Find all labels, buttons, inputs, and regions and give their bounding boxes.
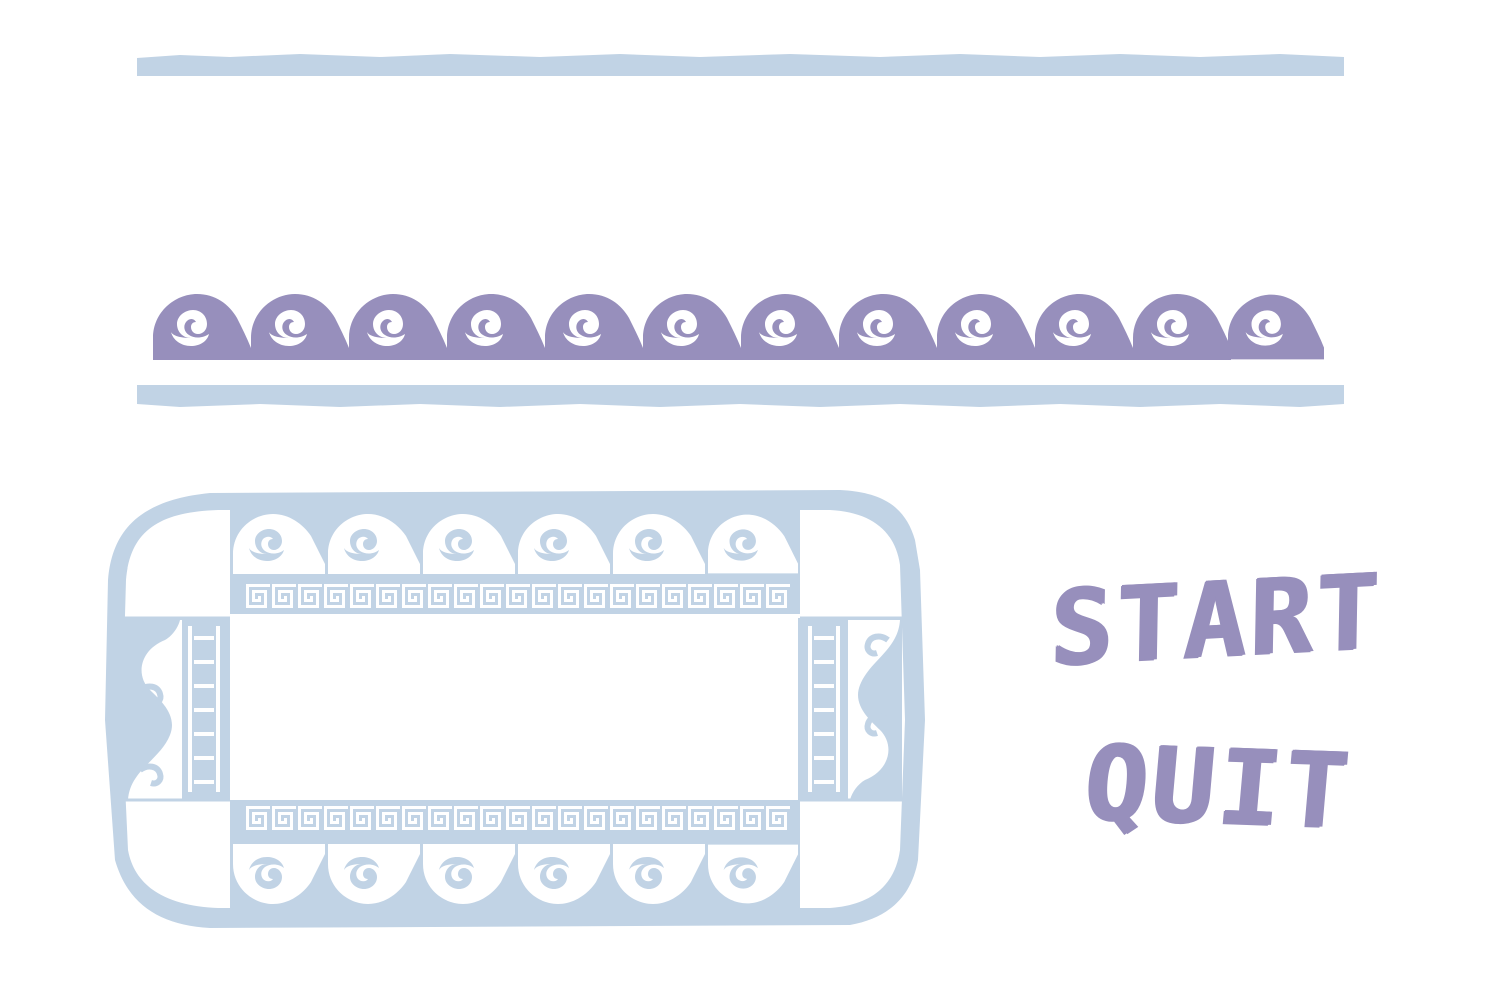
wave-band — [153, 294, 1324, 360]
quit-button[interactable]: QUIT — [1080, 721, 1357, 852]
top-rough-bar — [137, 54, 1344, 76]
start-button[interactable]: START — [1049, 550, 1384, 690]
greek-key-panel — [105, 490, 925, 928]
bottom-rough-bar — [137, 385, 1344, 407]
game-decor-layer — [105, 54, 1344, 928]
panel-content-area — [236, 621, 793, 791]
